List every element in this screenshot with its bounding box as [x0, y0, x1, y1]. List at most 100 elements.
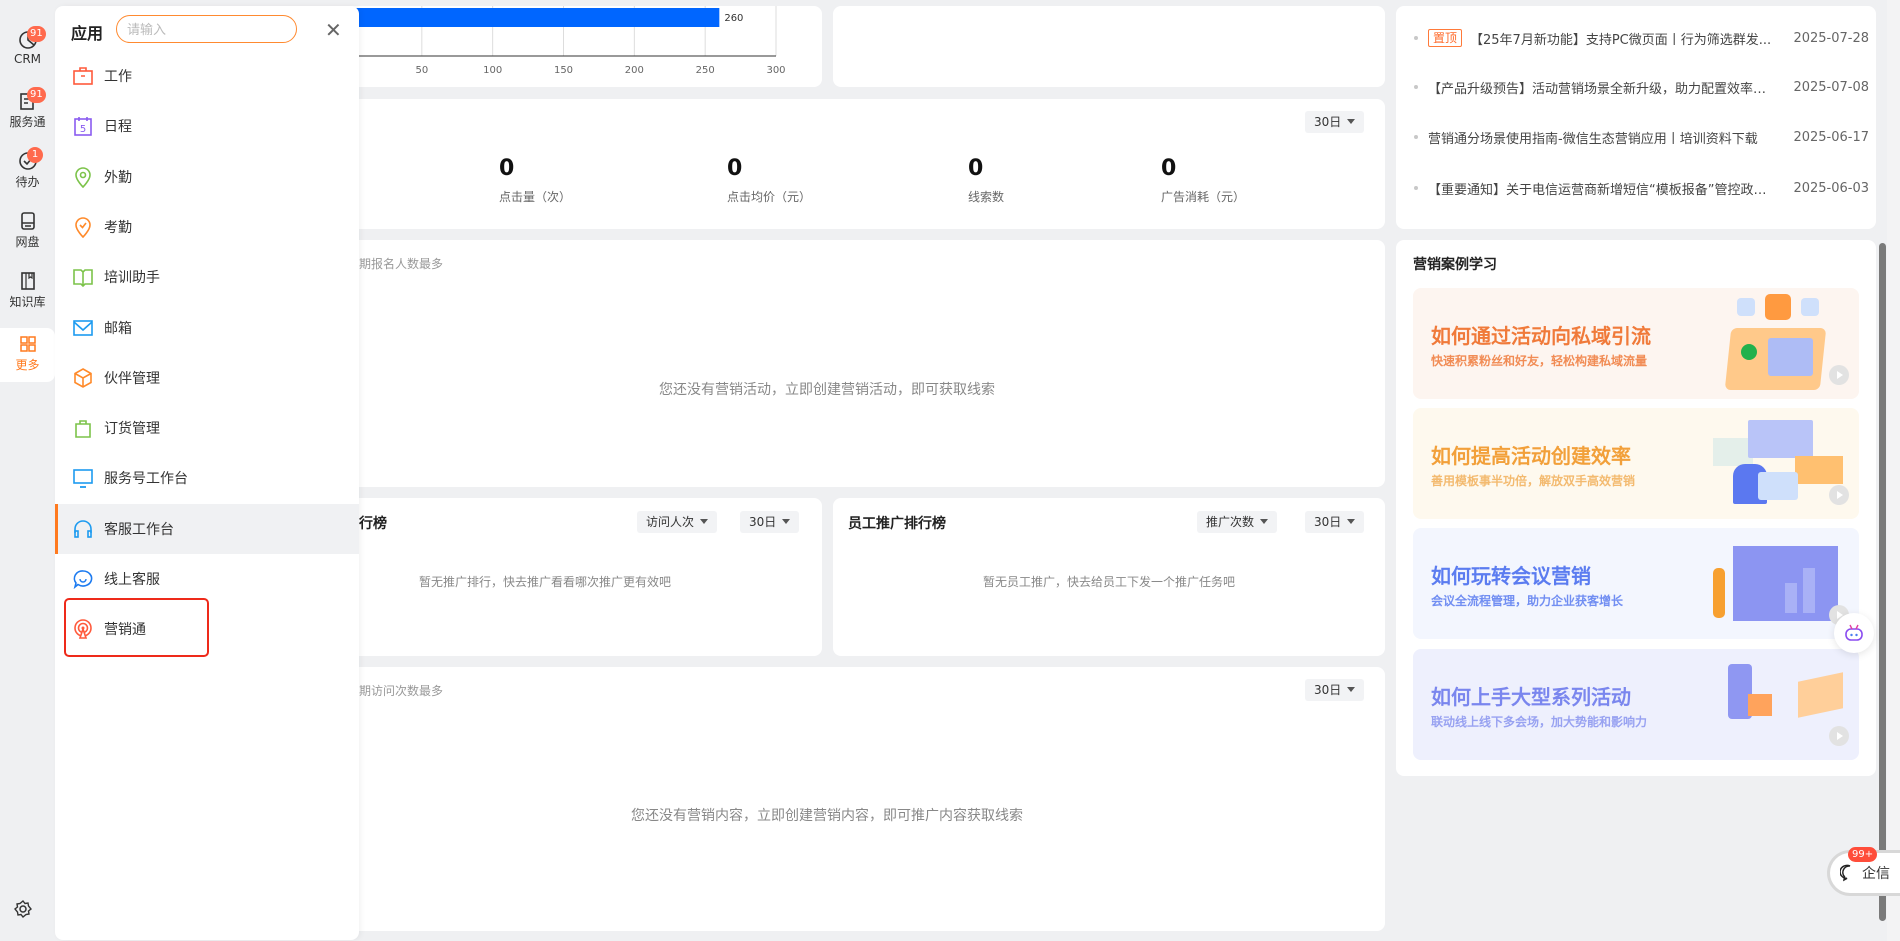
app-item-5[interactable]: 培训助手: [55, 252, 359, 302]
rank-title: 行榜: [359, 516, 387, 532]
stat-value: 0: [727, 156, 743, 181]
shopping-bag-icon: [75, 420, 91, 438]
app-item-4[interactable]: 考勤: [55, 202, 359, 252]
rail-item-knowledge[interactable]: 知识库: [0, 265, 55, 323]
illustration-bar: [1785, 583, 1797, 613]
svg-text:5: 5: [80, 124, 86, 135]
app-item-label: 订货管理: [104, 421, 160, 438]
app-item-label: 客服工作台: [104, 521, 174, 538]
assistant-button[interactable]: [1834, 613, 1874, 653]
x-tick-label: 150: [554, 65, 573, 76]
stat-value: 0: [968, 156, 984, 181]
illustration-person: [1713, 568, 1725, 618]
banner-title: 如何通过活动向私域引流: [1431, 324, 1651, 348]
app-item-1[interactable]: 工作: [55, 51, 359, 101]
notice-card: 置顶 【25年7月新功能】支持PC微页面丨行为筛选群发... 2025-07-28 …: [1396, 6, 1876, 229]
location-icon: [75, 166, 91, 188]
play-icon: [1829, 726, 1849, 746]
rail-item-crm[interactable]: 91 CRM: [0, 24, 55, 82]
bullet: [1414, 85, 1418, 89]
bullet: [1414, 186, 1418, 190]
illustration-avatar: [1737, 298, 1755, 316]
banner-title: 如何提高活动创建效率: [1431, 444, 1631, 468]
stats-period-dropdown[interactable]: 30日: [1305, 111, 1365, 133]
rank-metric-dropdown[interactable]: 访问人次: [637, 511, 718, 533]
mail-icon: [73, 319, 93, 336]
activity-empty-text: 您还没有营销活动，立即创建营销活动，即可获取线索: [659, 382, 995, 398]
case-banner-private-traffic[interactable]: 如何通过活动向私域引流 快速积累粉丝和好友，轻松构建私域流量: [1413, 288, 1859, 399]
notice-item[interactable]: 置顶 【25年7月新功能】支持PC微页面丨行为筛选群发... 2025-07-28: [1414, 28, 1869, 48]
case-banner-efficiency[interactable]: 如何提高活动创建效率 善用模板事半功倍，解放双手高效营销: [1413, 408, 1859, 519]
app-item-2[interactable]: 5 日程: [55, 101, 359, 151]
case-banner-conference[interactable]: 如何玩转会议营销 会议全流程管理，助力企业获客增长: [1413, 528, 1859, 639]
app-search-input[interactable]: [116, 15, 297, 43]
calendar-icon: 5: [74, 117, 92, 137]
rail-item-disk[interactable]: 网盘: [0, 205, 55, 263]
case-banner-series-events[interactable]: 如何上手大型系列活动 联动线上线下多会场，加大势能和影响力: [1413, 649, 1859, 760]
app-item-8[interactable]: 订货管理: [55, 403, 359, 453]
notice-text: 【产品升级预告】活动营销场景全新升级，助力配置效率与...: [1428, 81, 1774, 97]
case-study-title: 营销案例学习: [1413, 257, 1497, 273]
employee-empty-text: 暂无员工推广，快去给员工下发一个推广任务吧: [982, 575, 1236, 589]
bar-value-label: 260: [724, 13, 743, 24]
grid-icon: [19, 336, 36, 352]
bar-chart: 50 100 150 200 250 300 260: [300, 6, 786, 76]
chat-button[interactable]: 企信 99+: [1830, 847, 1900, 893]
play-icon: [1829, 485, 1849, 505]
left-rail: 91 CRM 91 服务通 1 待办 网盘 知识库 更多: [0, 0, 55, 941]
disk-icon: [20, 212, 35, 230]
rail-label: 更多: [15, 358, 40, 372]
stat-value: 0: [499, 156, 515, 181]
broadcast-icon: [74, 619, 92, 640]
app-item-12[interactable]: 营销通: [55, 604, 359, 654]
box-icon: [74, 367, 92, 388]
content-period-dropdown[interactable]: 30日: [1305, 679, 1365, 701]
scrollbar-thumb[interactable]: [1879, 243, 1886, 921]
illustration-chart: [1768, 338, 1813, 376]
employee-metric-dropdown[interactable]: 推广次数: [1197, 511, 1278, 533]
open-book-icon: [73, 269, 93, 288]
activity-card: 期报名人数最多 您还没有营销活动，立即创建营销活动，即可获取线索: [300, 240, 1385, 487]
bullet: [1414, 135, 1418, 139]
robot-icon: [1845, 624, 1863, 641]
notice-text: 营销通分场景使用指南-微信生态营销应用丨培训资料下载: [1428, 131, 1758, 147]
illustration-avatar: [1801, 298, 1819, 316]
app-item-6[interactable]: 邮箱: [55, 303, 359, 353]
banner-title: 如何上手大型系列活动: [1431, 685, 1631, 709]
chat-smile-icon: [73, 570, 93, 590]
app-item-label: 伙伴管理: [104, 370, 160, 387]
rail-item-todo[interactable]: 1 待办: [0, 145, 55, 203]
activity-subtitle: 期报名人数最多: [359, 257, 444, 271]
rail-label: CRM: [13, 52, 42, 66]
app-item-label: 考勤: [104, 219, 132, 236]
employee-period-dropdown[interactable]: 30日: [1305, 511, 1365, 533]
notice-text: 【重要通知】关于电信运营商新增短信“模板报备”管控政策...: [1428, 182, 1774, 198]
app-item-7[interactable]: 伙伴管理: [55, 353, 359, 403]
rail-item-service[interactable]: 91 服务通: [0, 85, 55, 143]
stat-value: 0: [1161, 156, 1177, 181]
rail-label: 知识库: [9, 295, 46, 309]
app-item-3[interactable]: 外勤: [55, 152, 359, 202]
headset-icon: [74, 519, 92, 538]
illustration-screen: [1748, 420, 1813, 458]
illustration-envelope: [1748, 694, 1772, 716]
rail-item-more[interactable]: 更多: [0, 328, 55, 382]
stat-label: 点击均价（元）: [727, 190, 812, 204]
illustration-bar: [1803, 568, 1815, 613]
banner-subtitle: 快速积累粉丝和好友，轻松构建私域流量: [1431, 354, 1648, 368]
stat-label: 线索数: [968, 190, 1005, 204]
gear-icon[interactable]: [13, 899, 33, 919]
notice-item[interactable]: 【重要通知】关于电信运营商新增短信“模板报备”管控政策... 2025-06-03: [1414, 178, 1869, 198]
app-item-10[interactable]: 客服工作台: [55, 503, 359, 554]
rank-period-dropdown[interactable]: 30日: [740, 511, 800, 533]
app-item-9[interactable]: 服务号工作台: [55, 453, 359, 503]
illustration-panel: [1713, 438, 1753, 466]
notice-item[interactable]: 营销通分场景使用指南-微信生态营销应用丨培训资料下载 2025-06-17: [1414, 127, 1869, 147]
notice-item[interactable]: 【产品升级预告】活动营销场景全新升级，助力配置效率与... 2025-07-08: [1414, 77, 1869, 97]
close-icon[interactable]: ✕: [325, 18, 342, 42]
pin-tag: 置顶: [1428, 29, 1463, 47]
app-item-label: 外勤: [104, 169, 132, 186]
x-tick-label: 50: [415, 65, 428, 76]
illustration-signboard: [1798, 672, 1843, 718]
app-item-11[interactable]: 线上客服: [55, 554, 359, 604]
